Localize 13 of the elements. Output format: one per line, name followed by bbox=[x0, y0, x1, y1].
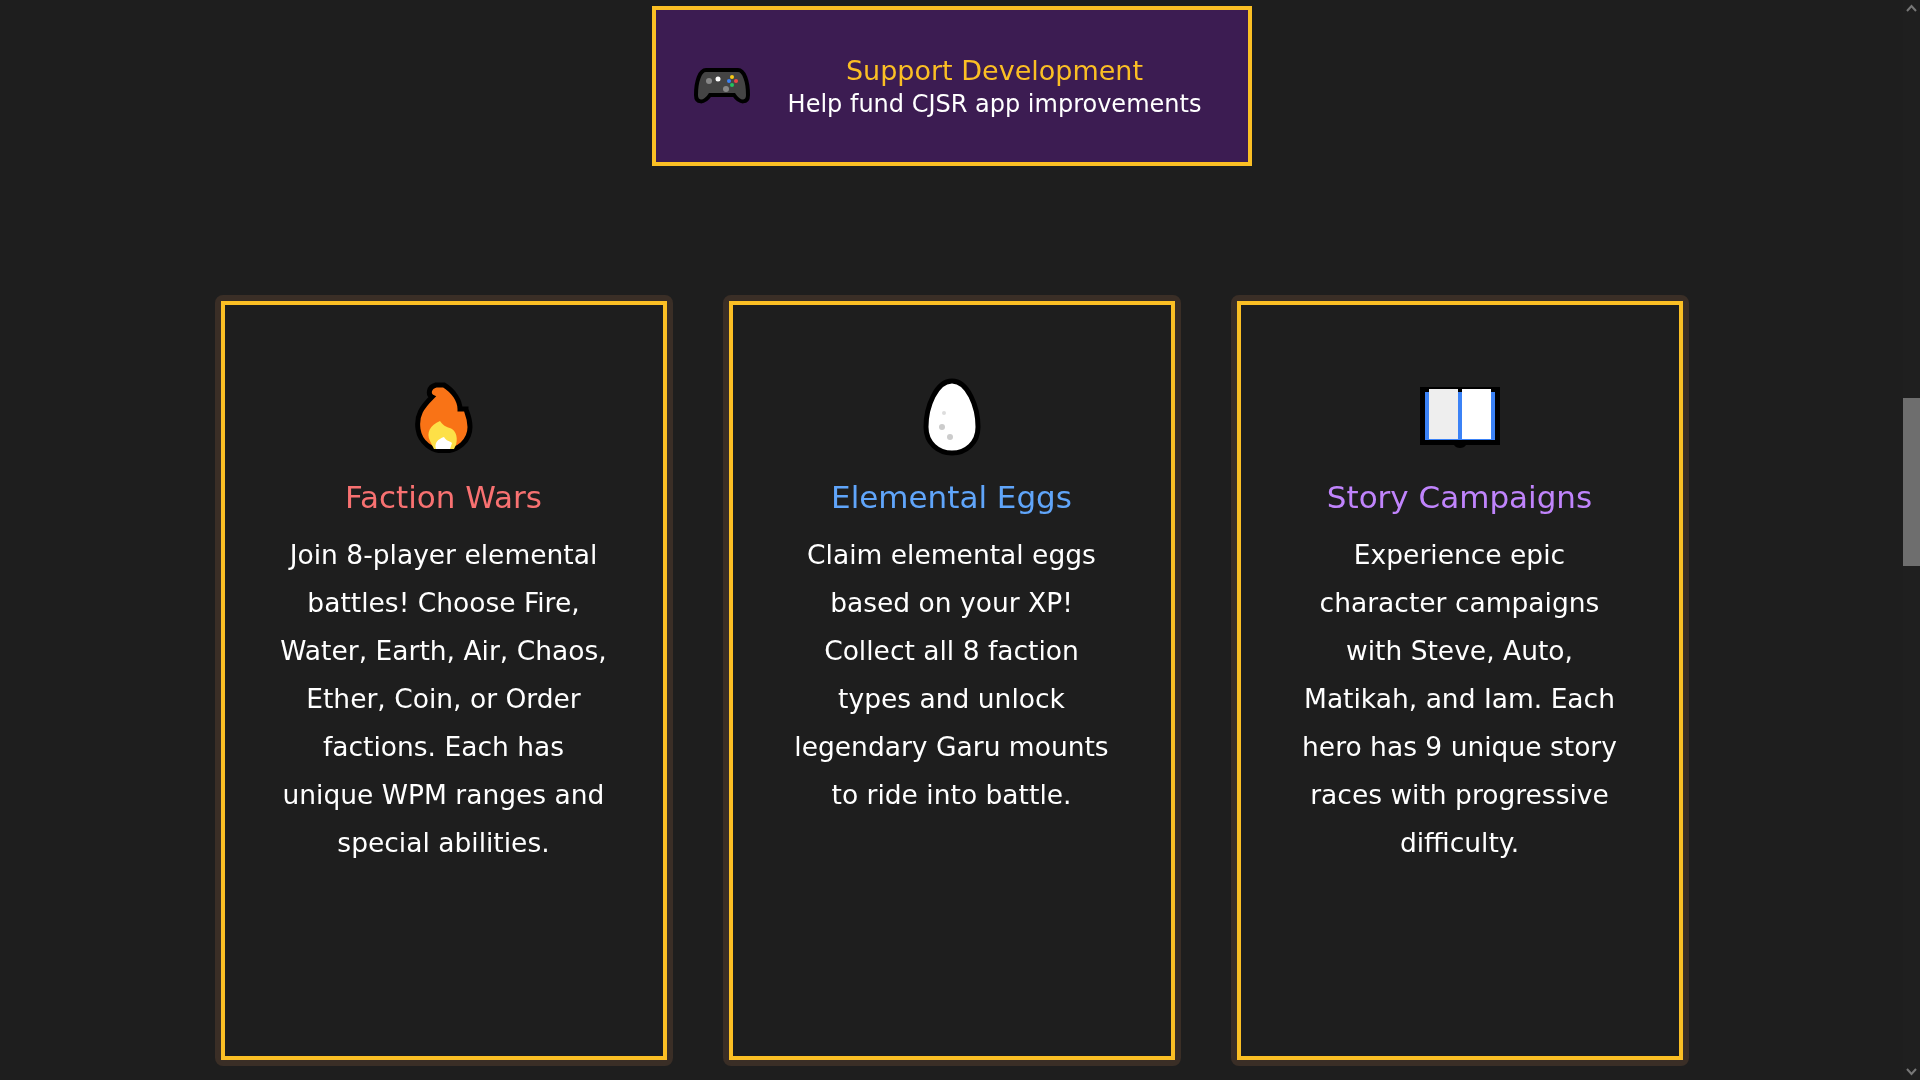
card-description: Experience epic character campaigns with Steve, Auto, Matikah, and Iam. Each hero has 9 unique story races with progressive difficulty. bbox=[1301, 538, 1618, 860]
support-button[interactable]: Support Development Help fund CJSR app improvements bbox=[651, 6, 1252, 166]
card-title: Story Campaigns bbox=[1326, 479, 1593, 515]
card-title: Elemental Eggs bbox=[831, 479, 1072, 515]
card-title: Faction Wars bbox=[345, 479, 542, 515]
egg-icon bbox=[921, 377, 982, 457]
scrollbar-thumb[interactable] bbox=[1903, 398, 1920, 566]
card-description: Join 8-player elemental battles! Choose Fire, Water, Earth, Air, Chaos, Ether, Coin, or Order factions. Each has unique WPM ranges and special abilities. bbox=[279, 538, 608, 860]
gamepad-icon bbox=[693, 67, 750, 105]
scroll-down-icon[interactable] bbox=[1906, 1068, 1917, 1076]
scroll-up-icon[interactable] bbox=[1906, 4, 1917, 12]
flame-icon bbox=[413, 381, 474, 453]
card-description: Claim elemental eggs based on your XP! Collect all 8 faction types and unlock legendary Garu mounts to ride into battle. bbox=[793, 538, 1110, 812]
